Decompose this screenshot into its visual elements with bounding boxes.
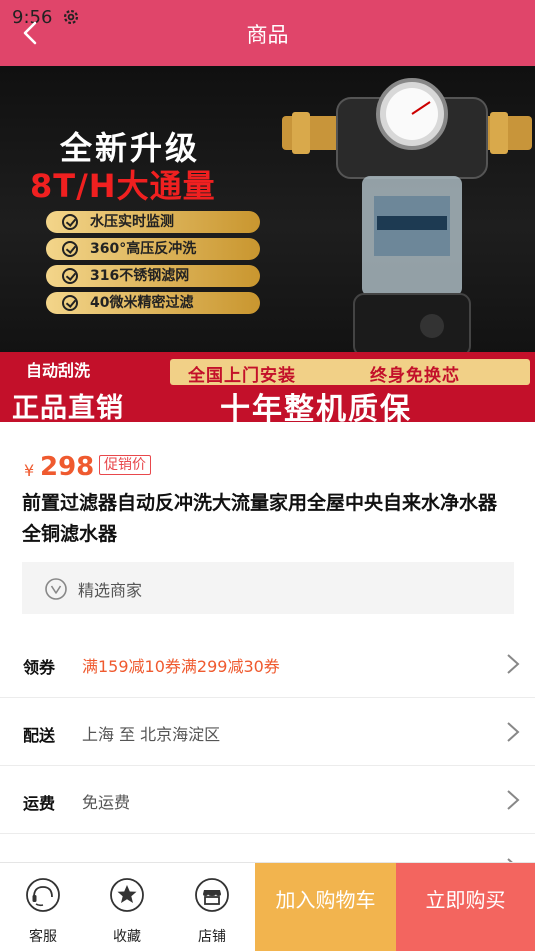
store-icon — [195, 878, 229, 912]
check-icon — [62, 214, 78, 230]
add-to-cart-button[interactable]: 加入购物车 — [255, 863, 396, 951]
merchant-banner[interactable]: 精选商家 — [22, 562, 514, 614]
shipping-row[interactable]: 运费 免运费 — [0, 766, 535, 834]
chevron-right-icon — [507, 790, 520, 810]
install-label: 全国上门安装 — [188, 366, 296, 386]
product-title: 前置过滤器自动反冲洗大流量家用全屋中央自来水净水器全铜滤水器 — [22, 492, 498, 545]
feature-text: 40微米精密过滤 — [90, 295, 194, 311]
feature-badge: 40微米精密过滤 — [46, 292, 260, 314]
price-value: 298 — [40, 452, 95, 482]
currency-symbol: ¥ — [24, 461, 35, 480]
verified-icon — [45, 578, 67, 600]
auto-clean-label: 自动刮洗 — [26, 361, 91, 380]
feature-text: 316不锈钢滤网 — [90, 268, 190, 284]
feature-text: 360°高压反冲洗 — [90, 241, 197, 257]
page-title: 商品 — [246, 23, 289, 47]
check-icon — [62, 241, 78, 257]
headset-icon — [26, 878, 60, 912]
product-image[interactable]: 全新升级 8T/H大通量 水压实时监测 360°高压反冲洗 316不锈钢滤网 4… — [0, 66, 535, 422]
favorite-tab[interactable]: 收藏 — [84, 863, 170, 951]
row-label: 运费 — [23, 794, 56, 813]
row-label: 领券 — [23, 658, 56, 677]
shop-label: 店铺 — [198, 929, 226, 945]
favorite-label: 收藏 — [113, 929, 141, 945]
row-label: 配送 — [23, 726, 56, 745]
chevron-right-icon — [507, 722, 520, 742]
warranty-label: 十年整机质保 — [220, 392, 412, 422]
feature-text: 水压实时监测 — [90, 214, 174, 230]
merchant-label: 精选商家 — [78, 581, 143, 600]
delivery-row[interactable]: 配送 上海 至 北京海淀区 — [0, 698, 535, 766]
delivery-value: 上海 至 北京海淀区 — [82, 725, 221, 744]
genuine-label: 正品直销 — [12, 393, 124, 422]
app-header: 9:56 商品 — [0, 0, 535, 66]
bottom-action-bar: 客服 收藏 店铺 加入购物车 立即购买 — [0, 862, 535, 951]
check-icon — [62, 295, 78, 311]
star-icon — [110, 878, 144, 912]
hero-subtitle: 8T/H大通量 — [30, 167, 216, 205]
feature-badge: 360°高压反冲洗 — [46, 238, 260, 260]
chevron-right-icon — [507, 654, 520, 674]
product-page: 9:56 商品 全新升级 8T/H大通量 水压实时监测 360°高压反冲洗 31… — [0, 0, 535, 951]
shipping-value: 免运费 — [82, 793, 131, 812]
buy-now-button[interactable]: 立即购买 — [396, 863, 535, 951]
promo-price-badge: 促销价 — [99, 455, 151, 475]
coupon-row[interactable]: 领券 满159减10券满299减30券 — [0, 630, 535, 698]
feature-badge: 水压实时监测 — [46, 211, 260, 233]
shop-tab[interactable]: 店铺 — [169, 863, 255, 951]
feature-badge: 316不锈钢滤网 — [46, 265, 260, 287]
check-icon — [62, 268, 78, 284]
free-replace-label: 终身免换芯 — [370, 366, 460, 386]
customer-service-tab[interactable]: 客服 — [0, 863, 86, 951]
coupon-value: 满159减10券满299减30券 — [82, 657, 280, 676]
water-filter-illustration — [282, 78, 532, 356]
service-label: 客服 — [29, 929, 57, 945]
